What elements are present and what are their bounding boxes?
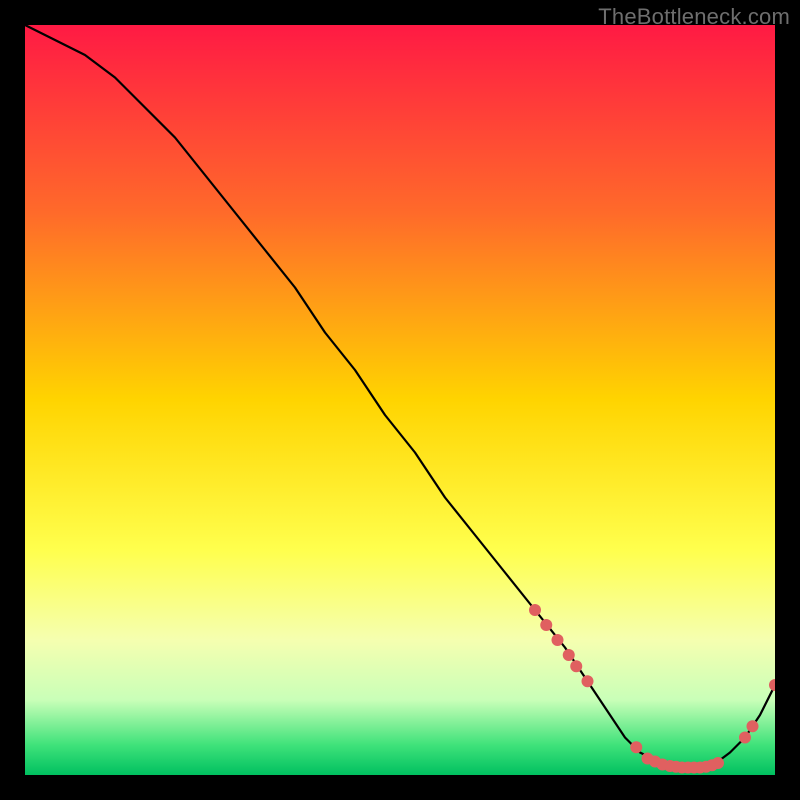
marker-dot xyxy=(747,720,759,732)
marker-dot xyxy=(529,604,541,616)
watermark-text: TheBottleneck.com xyxy=(598,4,790,30)
marker-dot xyxy=(563,649,575,661)
marker-dot xyxy=(570,660,582,672)
bottleneck-chart xyxy=(25,25,775,775)
marker-dot xyxy=(552,634,564,646)
marker-dot xyxy=(582,675,594,687)
marker-dot xyxy=(630,741,642,753)
marker-dot xyxy=(540,619,552,631)
chart-background xyxy=(25,25,775,775)
marker-dot xyxy=(739,732,751,744)
chart-stage: TheBottleneck.com xyxy=(0,0,800,800)
marker-dot xyxy=(712,757,724,769)
